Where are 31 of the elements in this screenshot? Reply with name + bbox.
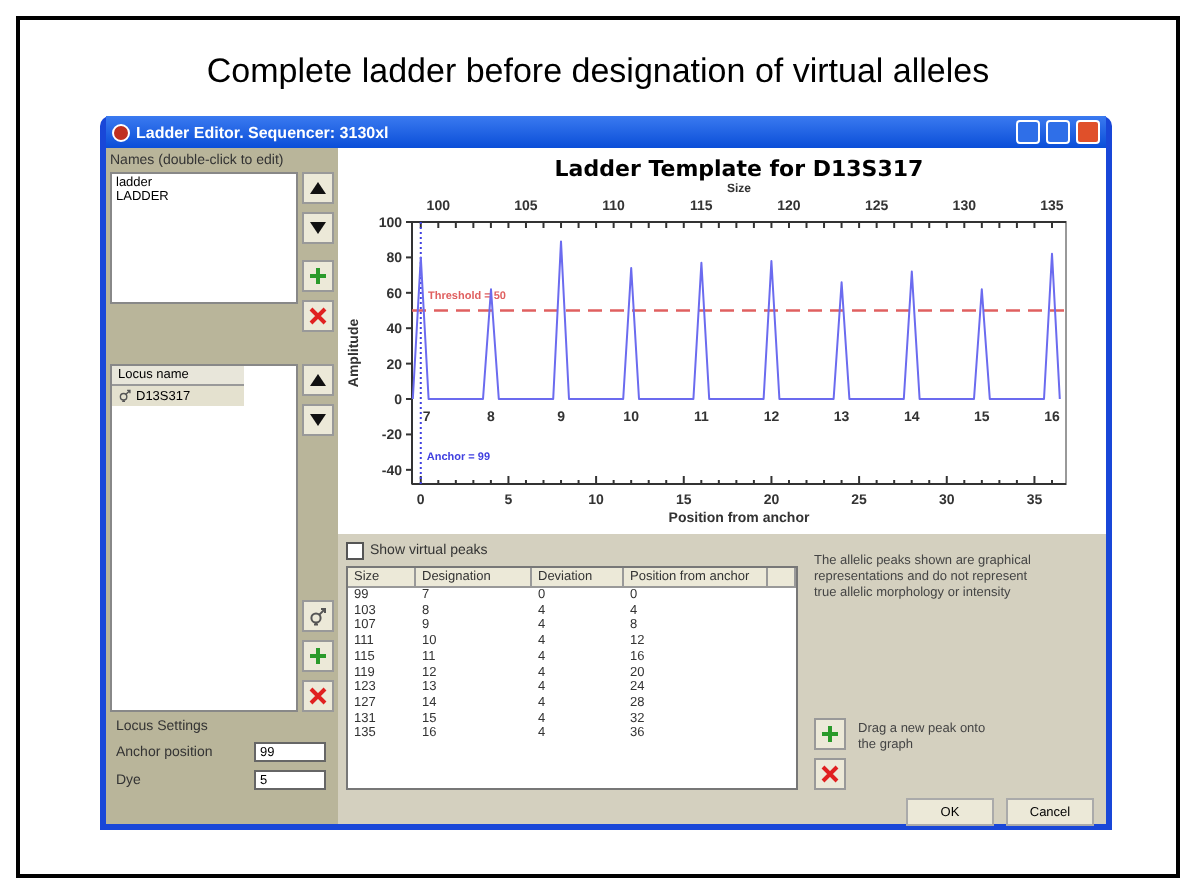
up-arrow-button[interactable] (302, 364, 334, 396)
close-button[interactable] (814, 758, 846, 790)
close-button[interactable] (302, 300, 334, 332)
chart-title: Ladder Template for D13S317 (554, 156, 924, 182)
close-icon (820, 764, 840, 784)
gender-icon (308, 606, 328, 626)
slide-title: Complete ladder before designation of virtual alleles (206, 52, 990, 92)
down-arrow-button[interactable] (302, 212, 334, 244)
plus-button[interactable] (814, 718, 846, 750)
down-arrow-button[interactable] (302, 404, 334, 436)
gender-button[interactable] (302, 600, 334, 632)
up-arrow-icon (308, 370, 328, 390)
down-arrow-icon (308, 218, 328, 238)
plus-button[interactable] (302, 640, 334, 672)
checkbox[interactable] (346, 542, 364, 560)
gender-icon (118, 388, 132, 404)
plus-icon (308, 646, 328, 666)
plus-button[interactable] (302, 260, 334, 292)
close-button[interactable] (302, 680, 334, 712)
close-icon (308, 306, 328, 326)
up-arrow-button[interactable] (302, 172, 334, 204)
window-title: Ladder Editor. Sequencer: 3130xl (136, 123, 389, 141)
down-arrow-icon (308, 410, 328, 430)
maximize-button[interactable] (1046, 120, 1070, 144)
close-icon (308, 686, 328, 706)
plus-icon (820, 724, 840, 744)
minimize-button[interactable] (1016, 120, 1040, 144)
app-icon (112, 123, 130, 141)
up-arrow-icon (308, 178, 328, 198)
column-header (768, 568, 796, 588)
plus-icon (308, 266, 328, 286)
